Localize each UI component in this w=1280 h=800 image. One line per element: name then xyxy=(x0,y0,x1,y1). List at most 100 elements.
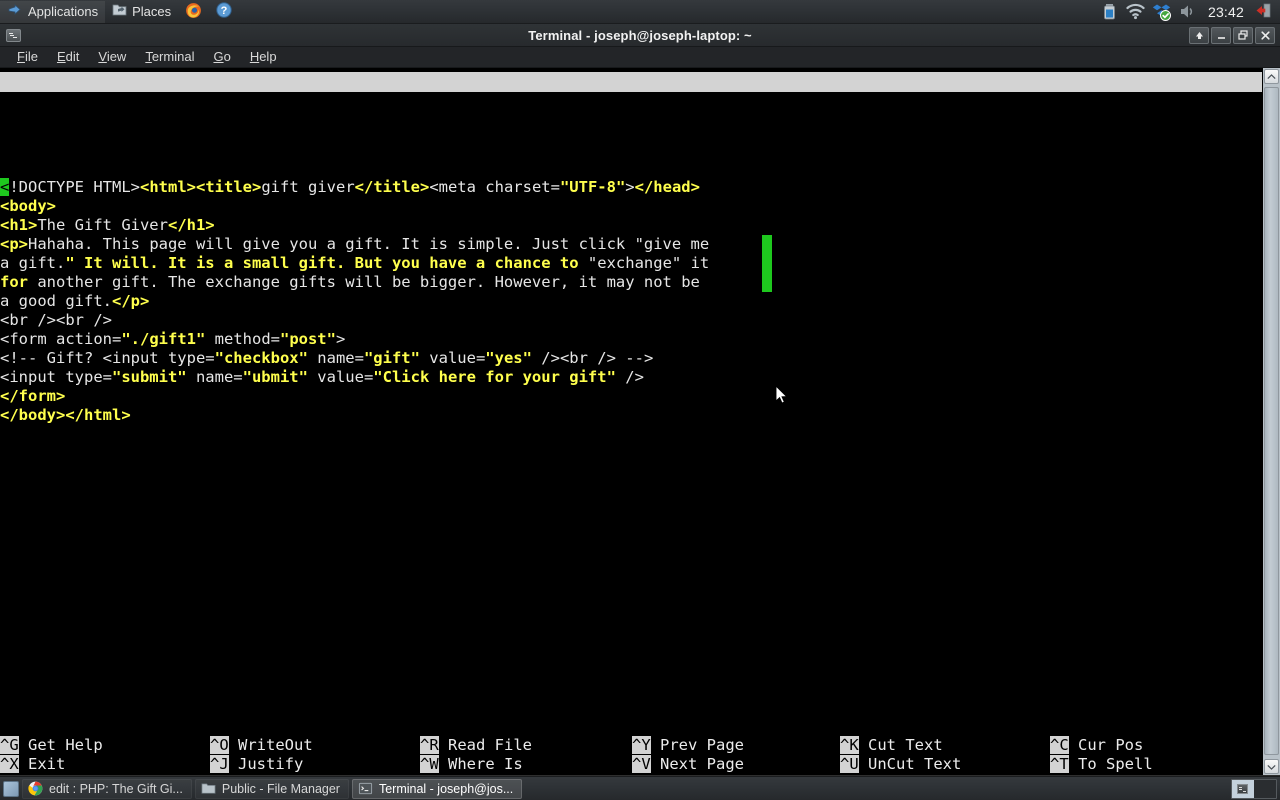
terminal-scrollbar[interactable] xyxy=(1262,68,1280,775)
line-wrap-marker xyxy=(762,254,772,273)
dropbox-icon[interactable] xyxy=(1152,2,1171,21)
shortcut-row-1: ^G Get Help ^O WriteOut ^R Read File ^Y Pre… xyxy=(0,736,1262,755)
code-span-tag: </body></html> xyxy=(0,406,131,424)
applications-label: Applications xyxy=(28,4,99,19)
nano-editor-screen[interactable]: GNU nano 2.2.2 File: /var/www/index.php … xyxy=(0,68,1262,775)
code-line: <!-- Gift? <input type="checkbox" name="… xyxy=(0,349,1262,368)
code-span-tag: <body> xyxy=(0,197,56,215)
nano-shortcut-writeout[interactable]: ^O WriteOut xyxy=(210,736,313,755)
workspace-switcher[interactable] xyxy=(1231,778,1277,799)
nano-shortcut-exit[interactable]: ^X Exit xyxy=(0,755,65,774)
code-span-tag: </h1> xyxy=(167,216,215,234)
code-span-cursor: < xyxy=(0,178,10,196)
logout-icon[interactable] xyxy=(1255,2,1274,21)
firefox-icon xyxy=(185,2,202,22)
workspace-2[interactable] xyxy=(1254,780,1276,798)
window-title: Terminal - joseph@joseph-laptop: ~ xyxy=(528,27,752,43)
help-launcher[interactable]: ? xyxy=(209,1,239,23)
line-wrap-marker xyxy=(762,235,772,254)
chrome-icon xyxy=(28,781,43,796)
code-line: <input type="submit" name="ubmit" value=… xyxy=(0,368,1262,387)
system-tray: 23:42 xyxy=(1100,2,1280,21)
svg-text:?: ? xyxy=(221,5,228,17)
workspace-1[interactable] xyxy=(1232,779,1254,798)
shortcut-key: ^O xyxy=(210,736,229,754)
nano-shortcut-where-is[interactable]: ^W Where Is xyxy=(420,755,523,774)
taskbar-window-list: edit : PHP: The Gift Gi... Public - File … xyxy=(22,778,523,799)
code-line: for another gift. The exchange gifts wil… xyxy=(0,273,1262,292)
show-desktop-icon[interactable] xyxy=(3,780,19,797)
code-span-plain: Hahaha. This page will give you a gift. … xyxy=(28,235,710,253)
places-menu[interactable]: Places xyxy=(105,1,178,23)
nano-shortcut-read-file[interactable]: ^R Read File xyxy=(420,736,532,755)
battery-icon[interactable] xyxy=(1100,2,1119,21)
window-titlebar[interactable]: Terminal - joseph@joseph-laptop: ~ xyxy=(0,24,1280,47)
shortcut-label: Get Help xyxy=(18,736,103,754)
menu-edit[interactable]: Edit xyxy=(48,48,88,66)
nano-shortcut-cur-pos[interactable]: ^C Cur Pos xyxy=(1050,736,1143,755)
code-span-str: "submit" xyxy=(111,368,187,386)
code-span-tag: </head> xyxy=(634,178,700,196)
code-span-tag: </form> xyxy=(0,387,66,405)
firefox-launcher[interactable] xyxy=(178,1,209,23)
nano-shortcut-get-help[interactable]: ^G Get Help xyxy=(0,736,103,755)
menu-go[interactable]: Go xyxy=(204,48,239,66)
terminal-icon xyxy=(6,28,21,42)
window-buttons xyxy=(1189,26,1280,44)
shortcut-label: Prev Page xyxy=(650,736,744,754)
shortcut-key: ^X xyxy=(0,755,19,773)
panel-clock[interactable]: 23:42 xyxy=(1204,4,1248,20)
help-icon: ? xyxy=(216,2,232,21)
code-line: <br /><br /> xyxy=(0,311,1262,330)
code-line: <body> xyxy=(0,197,1262,216)
menu-terminal[interactable]: Terminal xyxy=(136,48,203,66)
applications-menu[interactable]: Applications xyxy=(0,0,106,23)
shortcut-key: ^C xyxy=(1050,736,1069,754)
shortcut-key: ^U xyxy=(840,755,859,773)
minimize-button[interactable] xyxy=(1211,26,1231,44)
menu-help[interactable]: Help xyxy=(241,48,286,66)
nano-shortcut-cut-text[interactable]: ^K Cut Text xyxy=(840,736,943,755)
folder-icon xyxy=(112,3,127,20)
volume-icon[interactable] xyxy=(1178,2,1197,21)
scroll-up-arrow-icon[interactable] xyxy=(1264,69,1279,84)
scrollbar-thumb[interactable] xyxy=(1264,87,1279,755)
nano-shortcut-prev-page[interactable]: ^Y Prev Page xyxy=(632,736,744,755)
code-span-plain: value= xyxy=(419,349,486,367)
code-span-str: "UTF-8" xyxy=(559,178,626,196)
taskbar-item-file-manager[interactable]: Public - File Manager xyxy=(194,778,349,799)
code-line: <form action="./gift1" method="post"> xyxy=(0,330,1262,349)
shortcut-key: ^J xyxy=(210,755,229,773)
nano-shortcut-next-page[interactable]: ^V Next Page xyxy=(632,755,744,774)
scroll-down-arrow-icon[interactable] xyxy=(1264,759,1279,774)
close-button[interactable] xyxy=(1255,26,1275,44)
nano-shortcut-to-spell[interactable]: ^T To Spell xyxy=(1050,755,1153,774)
shade-button[interactable] xyxy=(1189,26,1209,44)
taskbar-item-terminal[interactable]: Terminal - joseph@jos... xyxy=(351,778,523,799)
code-span-str: "yes" xyxy=(485,349,532,367)
shortcut-label: Cut Text xyxy=(858,736,943,754)
maximize-button[interactable] xyxy=(1233,26,1253,44)
places-label: Places xyxy=(132,4,172,19)
nano-shortcut-uncut-text[interactable]: ^U UnCut Text xyxy=(840,755,961,774)
taskbar-item-label: Terminal - joseph@jos... xyxy=(378,781,514,796)
menu-view[interactable]: View xyxy=(89,48,135,66)
wifi-icon[interactable] xyxy=(1126,2,1145,21)
code-span-tag: <p> xyxy=(0,235,28,253)
code-line: </body></html> xyxy=(0,406,1262,425)
shortcut-label: Next Page xyxy=(650,755,744,773)
menu-file[interactable]: File xyxy=(8,48,47,66)
code-span-str: "./gift1" xyxy=(121,330,206,348)
shortcut-label: Where Is xyxy=(438,755,523,773)
code-span-plain: !DOCTYPE HTML> xyxy=(9,178,140,196)
nano-filename-label: File: /var/www/index.php xyxy=(228,113,452,131)
nano-titlebar: GNU nano 2.2.2 File: /var/www/index.php xyxy=(0,72,1262,131)
nano-text-area[interactable]: <!DOCTYPE HTML><html><title>gift giver</… xyxy=(0,178,1262,425)
code-span-plain: <form action= xyxy=(0,330,122,348)
nano-shortcut-justify[interactable]: ^J Justify xyxy=(210,755,303,774)
code-span-plain: /> xyxy=(615,368,644,386)
code-span-tag: <h1> xyxy=(0,216,38,234)
code-span-str: "Click here for your gift" xyxy=(373,368,616,386)
taskbar-item-chrome[interactable]: edit : PHP: The Gift Gi... xyxy=(22,778,192,799)
code-span-plain: value= xyxy=(307,368,374,386)
